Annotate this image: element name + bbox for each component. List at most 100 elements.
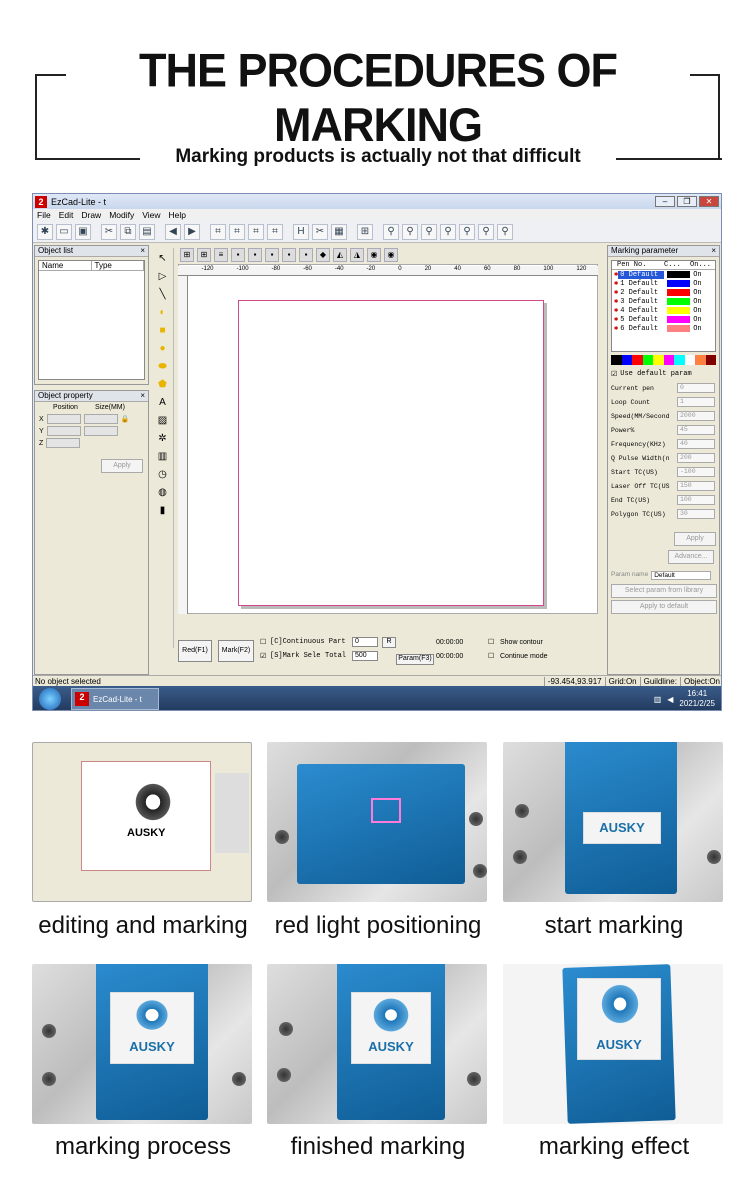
timer-icon[interactable]: ◷ (156, 468, 170, 482)
taskbar-app[interactable]: 2 EzCad-Lite - t (71, 688, 159, 710)
text-icon[interactable]: A (156, 396, 170, 410)
zoom-all-icon[interactable]: ⚲ (440, 223, 456, 240)
menu-file[interactable]: File (37, 210, 51, 220)
mark-sele-checkbox[interactable]: ☑ (260, 652, 266, 660)
use-default-checkbox[interactable]: ☑ (611, 370, 617, 378)
ellipse-icon[interactable]: ⬬ (156, 360, 170, 374)
align-icon[interactable]: ⊞ (357, 223, 373, 240)
zoom-in-icon[interactable]: ⚲ (402, 223, 418, 240)
pen-row[interactable]: ✱ 4 Default On (612, 306, 715, 316)
palette-swatch[interactable] (621, 355, 632, 365)
object-list-table[interactable]: Name Type (38, 260, 145, 380)
network-icon[interactable]: ▥ (654, 695, 662, 704)
lock3-icon[interactable]: ▪ (265, 248, 279, 262)
node-merge-icon[interactable]: ⌗ (267, 223, 283, 240)
continuous-part-checkbox[interactable]: ☐ (260, 638, 266, 646)
zoom-select-icon[interactable]: ⚲ (478, 223, 494, 240)
param-value-field[interactable]: 150 (677, 481, 715, 491)
input-port-icon[interactable]: ◍ (156, 486, 170, 500)
rectangle-icon[interactable]: ■ (156, 324, 170, 338)
mirror-h-icon[interactable]: ◭ (333, 248, 347, 262)
param-value-field[interactable]: 200 (677, 453, 715, 463)
param-value-field[interactable]: 1 (677, 397, 715, 407)
lock-icon[interactable]: 🔒 (121, 415, 130, 423)
column-type[interactable]: Type (92, 261, 144, 270)
new-icon[interactable]: ✱ (37, 223, 53, 240)
save-icon[interactable]: ▣ (75, 223, 91, 240)
paste-icon[interactable]: ▤ (139, 223, 155, 240)
vector-icon[interactable]: ✲ (156, 432, 170, 446)
start-button[interactable] (39, 688, 61, 710)
node-edit-icon[interactable]: ⌗ (210, 223, 226, 240)
redo-icon[interactable]: ▶ (184, 223, 200, 240)
show-contour-checkbox[interactable]: ☐ (488, 638, 494, 646)
ruler-icon[interactable]: ≡ (214, 248, 228, 262)
size-x-field[interactable] (83, 414, 118, 424)
node-delete-icon[interactable]: ⌗ (248, 223, 264, 240)
param-value-field[interactable]: 30 (677, 509, 715, 519)
zoom-fit-icon[interactable]: ⚲ (459, 223, 475, 240)
output-port-icon[interactable]: ▮ (156, 504, 170, 518)
palette-swatch[interactable] (663, 355, 674, 365)
apply-default-button[interactable]: Apply to default (611, 600, 717, 614)
undo-icon[interactable]: ◀ (165, 223, 181, 240)
eye-icon[interactable]: ◉ (367, 248, 381, 262)
array-icon[interactable]: ⊞ (180, 248, 194, 262)
param-value-field[interactable]: 100 (677, 495, 715, 505)
line-icon[interactable]: ╲ (156, 288, 170, 302)
pen-row[interactable]: ✱ 2 Default On (612, 288, 715, 298)
lock1-icon[interactable]: ▪ (231, 248, 245, 262)
close-icon[interactable]: × (140, 391, 145, 401)
menu-edit[interactable]: Edit (59, 210, 74, 220)
apply-button[interactable]: Apply (101, 459, 143, 473)
param-name-value[interactable]: Default (651, 571, 712, 580)
select-param-button[interactable]: Select param from library (611, 584, 717, 598)
lock5-icon[interactable]: ▪ (299, 248, 313, 262)
rotate-icon[interactable]: ◆ (316, 248, 330, 262)
pen-row[interactable]: ✱ 0 Default On (612, 270, 715, 279)
zoom-icon[interactable]: ⚲ (383, 223, 399, 240)
advance-button[interactable]: Advance... (668, 550, 714, 564)
copy-icon[interactable]: ⧉ (120, 223, 136, 240)
pen-row[interactable]: ✱ 5 Default On (612, 315, 715, 325)
volume-icon[interactable]: ◀ (667, 695, 673, 704)
total-input[interactable]: 500 (352, 651, 378, 661)
reset-button[interactable]: R (382, 637, 396, 648)
param-value-field[interactable]: 45 (677, 425, 715, 435)
menu-help[interactable]: Help (169, 210, 186, 220)
lock2-icon[interactable]: ▪ (248, 248, 262, 262)
param-apply-button[interactable]: Apply (674, 532, 716, 546)
palette-swatch[interactable] (684, 355, 695, 365)
cut-tool-icon[interactable]: ✂ (312, 223, 328, 240)
palette-swatch[interactable] (695, 355, 706, 365)
palette-swatch[interactable] (653, 355, 664, 365)
mark-button[interactable]: Mark(F2) (218, 640, 254, 662)
palette-swatch[interactable] (705, 355, 716, 365)
settings-icon[interactable]: ▦ (331, 223, 347, 240)
menu-modify[interactable]: Modify (109, 210, 134, 220)
curve-icon[interactable]: ◐ (156, 306, 170, 320)
palette-swatch[interactable] (632, 355, 643, 365)
clock[interactable]: 16:41 2021/2/25 (679, 689, 715, 709)
param-value-field[interactable]: 40 (677, 439, 715, 449)
work-area[interactable] (238, 300, 544, 606)
zoom-window-icon[interactable]: ⚲ (497, 223, 513, 240)
size-y-field[interactable] (83, 426, 118, 436)
param-value-field[interactable]: -100 (677, 467, 715, 477)
color-palette[interactable] (611, 355, 716, 365)
mirror-v-icon[interactable]: ◮ (350, 248, 364, 262)
pen-row[interactable]: ✱ 1 Default On (612, 279, 715, 289)
lock4-icon[interactable]: ▪ (282, 248, 296, 262)
open-icon[interactable]: ▭ (56, 223, 72, 240)
close-button[interactable]: ✕ (699, 196, 719, 207)
maximize-button[interactable]: ❐ (677, 196, 697, 207)
zoom-out-icon[interactable]: ⚲ (421, 223, 437, 240)
node-add-icon[interactable]: ⌗ (229, 223, 245, 240)
palette-swatch[interactable] (642, 355, 653, 365)
position-z-field[interactable] (46, 438, 81, 448)
param-value-field[interactable]: 2000 (677, 411, 715, 421)
palette-swatch[interactable] (611, 355, 622, 365)
part-count-input[interactable]: 0 (352, 637, 378, 647)
eye2-icon[interactable]: ◉ (384, 248, 398, 262)
red-button[interactable]: Red(F1) (178, 640, 212, 662)
